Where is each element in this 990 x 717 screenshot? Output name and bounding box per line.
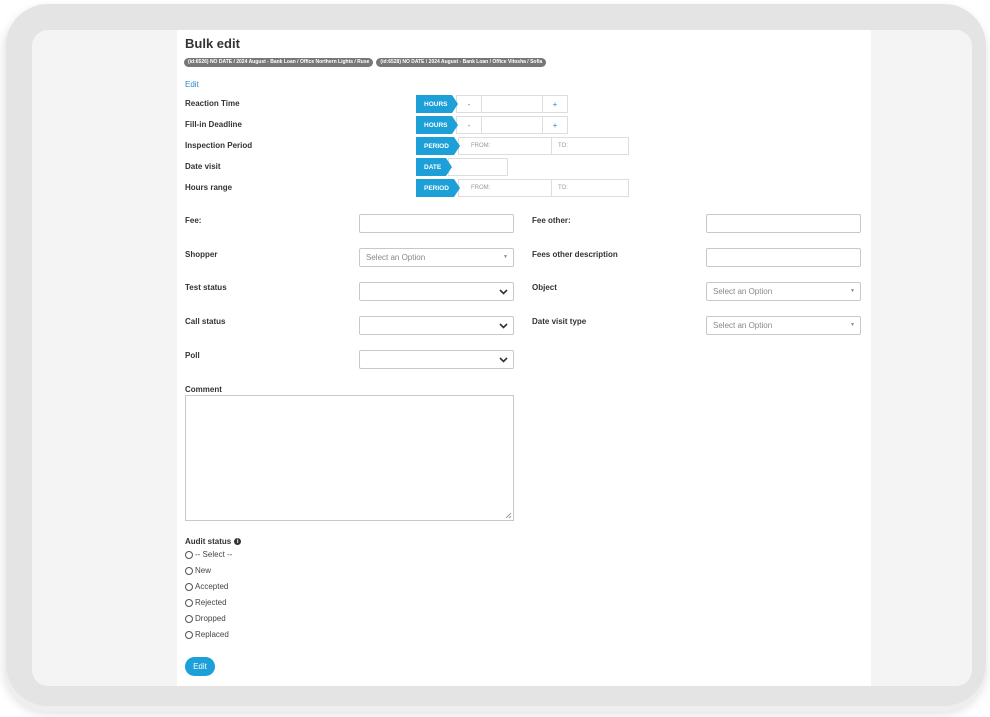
radio-icon[interactable] — [185, 582, 193, 591]
radio-label: Rejected — [195, 598, 227, 607]
fees-other-description-input[interactable] — [706, 248, 861, 267]
shopper-label: Shopper — [185, 250, 218, 259]
radio-label: Dropped — [195, 614, 226, 623]
period-badge: PERIOD — [416, 137, 460, 155]
chevron-down-icon — [499, 357, 508, 363]
period-badge: PERIOD — [416, 179, 460, 197]
radio-label: Replaced — [195, 630, 229, 639]
shopper-placeholder: Select an Option — [366, 253, 426, 262]
radio-icon[interactable] — [185, 630, 193, 639]
reaction-time-input[interactable] — [481, 96, 543, 112]
fee-other-input[interactable] — [706, 214, 861, 233]
radio-icon[interactable] — [185, 598, 193, 607]
page-title: Bulk edit — [185, 36, 240, 51]
shopper-select[interactable]: Select an Option ▼ — [359, 248, 514, 267]
call-status-label: Call status — [185, 317, 226, 326]
selected-items-tags: (id:6526) NO DATE / 2024 August - Bank L… — [184, 58, 547, 67]
date-badge: DATE — [416, 158, 452, 176]
fill-in-deadline-control: HOURS - + — [416, 116, 568, 134]
date-visit-type-select[interactable]: Select an Option ▼ — [706, 316, 861, 335]
decrement-button[interactable]: - — [457, 117, 481, 133]
decrement-button[interactable]: - — [457, 96, 481, 112]
inspection-period-label: Inspection Period — [185, 141, 253, 150]
reaction-time-label: Reaction Time — [185, 99, 240, 108]
fee-label: Fee: — [185, 216, 202, 225]
radio-icon[interactable] — [185, 550, 193, 559]
call-status-select[interactable] — [359, 316, 514, 335]
tablet-frame: Bulk edit (id:6526) NO DATE / 2024 Augus… — [6, 4, 986, 706]
fee-input[interactable] — [359, 214, 514, 233]
reaction-time-control: HOURS - + — [416, 95, 568, 113]
comment-label: Comment — [185, 385, 222, 394]
item-tag: (id:6526) NO DATE / 2024 August - Bank L… — [184, 58, 374, 67]
edit-link[interactable]: Edit — [185, 80, 199, 89]
caret-down-icon: ▼ — [503, 254, 508, 260]
poll-select[interactable] — [359, 350, 514, 369]
test-status-select[interactable] — [359, 282, 514, 301]
hours-badge: HOURS — [416, 95, 458, 113]
radio-option-new[interactable]: New — [185, 566, 211, 575]
object-placeholder: Select an Option — [713, 287, 773, 296]
fill-in-deadline-stepper: - + — [456, 116, 568, 134]
object-label: Object — [532, 283, 557, 292]
hours-to-input[interactable]: TO: — [552, 180, 628, 196]
chevron-down-icon — [499, 323, 508, 329]
period-to-input[interactable]: TO: — [552, 138, 628, 154]
fill-in-deadline-input[interactable] — [481, 117, 543, 133]
fill-in-deadline-label: Fill-in Deadline — [185, 120, 242, 129]
radio-label: Accepted — [195, 582, 229, 591]
increment-button[interactable]: + — [543, 96, 567, 112]
item-tag: (id:6528) NO DATE / 2024 August - Bank L… — [376, 58, 547, 67]
radio-option-accepted[interactable]: Accepted — [185, 582, 228, 591]
period-from-input[interactable]: FROM: — [459, 138, 552, 154]
radio-icon[interactable] — [185, 566, 193, 575]
hours-range-label: Hours range — [185, 183, 233, 192]
hours-range-range: FROM: TO: — [458, 179, 629, 197]
test-status-label: Test status — [185, 283, 227, 292]
hours-range-control: PERIOD FROM: TO: — [416, 179, 629, 197]
bulk-edit-panel: Bulk edit (id:6526) NO DATE / 2024 Augus… — [177, 30, 871, 686]
radio-option-dropped[interactable]: Dropped — [185, 614, 226, 623]
edit-button[interactable]: Edit — [185, 657, 215, 676]
fees-other-description-label: Fees other description — [532, 250, 618, 259]
poll-label: Poll — [185, 351, 200, 360]
reaction-time-stepper: - + — [456, 95, 568, 113]
radio-option-select[interactable]: -- Select -- — [185, 550, 232, 559]
radio-option-replaced[interactable]: Replaced — [185, 630, 229, 639]
audit-status-text: Audit status — [185, 537, 232, 546]
chevron-down-icon — [499, 289, 508, 295]
radio-icon[interactable] — [185, 614, 193, 623]
inspection-period-control: PERIOD FROM: TO: — [416, 137, 629, 155]
radio-option-rejected[interactable]: Rejected — [185, 598, 227, 607]
date-visit-label: Date visit — [185, 162, 221, 171]
info-icon[interactable]: i — [234, 538, 242, 545]
date-visit-control: DATE — [416, 158, 508, 176]
caret-down-icon: ▼ — [850, 322, 855, 328]
radio-label: -- Select -- — [195, 550, 233, 559]
object-select[interactable]: Select an Option ▼ — [706, 282, 861, 301]
radio-label: New — [195, 566, 212, 575]
screen: Bulk edit (id:6526) NO DATE / 2024 Augus… — [32, 30, 972, 686]
resize-handle-icon[interactable] — [505, 512, 512, 519]
caret-down-icon: ▼ — [850, 288, 855, 294]
hours-badge: HOURS — [416, 116, 458, 134]
increment-button[interactable]: + — [543, 117, 567, 133]
inspection-period-range: FROM: TO: — [458, 137, 629, 155]
comment-textarea[interactable] — [185, 395, 514, 521]
date-visit-type-label: Date visit type — [532, 317, 587, 326]
date-visit-input[interactable] — [448, 158, 508, 176]
fee-other-label: Fee other: — [532, 216, 571, 225]
audit-status-label: Audit status i — [185, 537, 242, 546]
date-visit-type-placeholder: Select an Option — [713, 321, 773, 330]
hours-from-input[interactable]: FROM: — [459, 180, 552, 196]
